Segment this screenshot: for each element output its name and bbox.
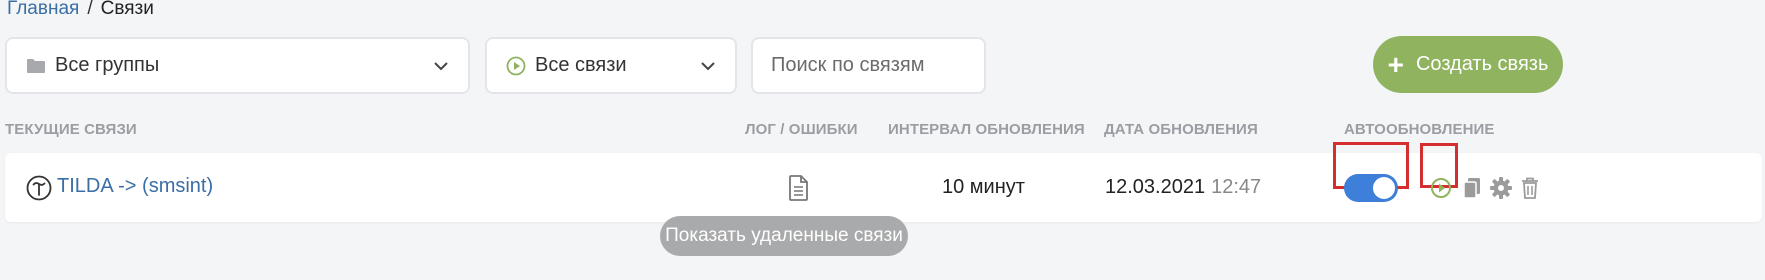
copy-icon xyxy=(1463,178,1480,199)
auto-update-toggle[interactable] xyxy=(1344,174,1398,202)
column-header-date: ДАТА ОБНОВЛЕНИЯ xyxy=(1104,121,1258,138)
column-header-auto: АВТООБНОВЛЕНИЕ xyxy=(1344,121,1495,138)
settings-button[interactable] xyxy=(1488,174,1514,202)
copy-button[interactable] xyxy=(1459,174,1485,202)
search-field[interactable] xyxy=(751,37,986,94)
run-button[interactable] xyxy=(1428,174,1454,202)
delete-button[interactable] xyxy=(1517,174,1543,202)
column-header-interval: ИНТЕРВАЛ ОБНОВЛЕНИЯ xyxy=(888,121,1085,138)
document-icon[interactable] xyxy=(786,173,812,203)
play-circle-icon xyxy=(505,55,527,77)
update-interval: 10 минут xyxy=(942,176,1025,198)
update-date-value: 12.03.2021 xyxy=(1105,176,1206,198)
folder-icon xyxy=(25,55,47,77)
breadcrumb-current: Связи xyxy=(100,0,154,19)
breadcrumb-home-link[interactable]: Главная xyxy=(7,0,79,19)
show-deleted-button[interactable]: Показать удаленные связи xyxy=(660,216,908,256)
update-date: 12.03.2021 12:47 xyxy=(1105,176,1261,199)
breadcrumb: Главная / Связи xyxy=(7,0,154,20)
chevron-down-icon xyxy=(701,61,715,70)
groups-select[interactable]: Все группы xyxy=(5,37,470,94)
links-select[interactable]: Все связи xyxy=(485,37,737,94)
table-row: TILDA -> (smsint) 10 минут 12.03.2021 12:… xyxy=(5,142,1762,222)
trash-icon xyxy=(1522,177,1538,199)
breadcrumb-separator: / xyxy=(87,0,93,19)
column-header-log: ЛОГ / ОШИБКИ xyxy=(745,121,858,138)
column-header-current: ТЕКУЩИЕ СВЯЗИ xyxy=(5,121,137,138)
links-select-label: Все связи xyxy=(535,54,627,76)
link-name[interactable]: TILDA -> (smsint) xyxy=(57,175,213,198)
update-time-value: 12:47 xyxy=(1211,176,1262,198)
gear-icon xyxy=(1490,177,1512,199)
plus-icon: + xyxy=(1387,48,1404,80)
play-circle-icon xyxy=(1431,178,1451,198)
create-link-button[interactable]: + Создать связь xyxy=(1373,36,1563,93)
groups-select-label: Все группы xyxy=(55,54,160,76)
chevron-down-icon xyxy=(434,61,448,70)
search-input[interactable] xyxy=(753,39,984,92)
tilda-logo-icon xyxy=(26,175,52,201)
toggle-knob xyxy=(1373,177,1395,199)
create-link-label: Создать связь xyxy=(1415,53,1549,75)
